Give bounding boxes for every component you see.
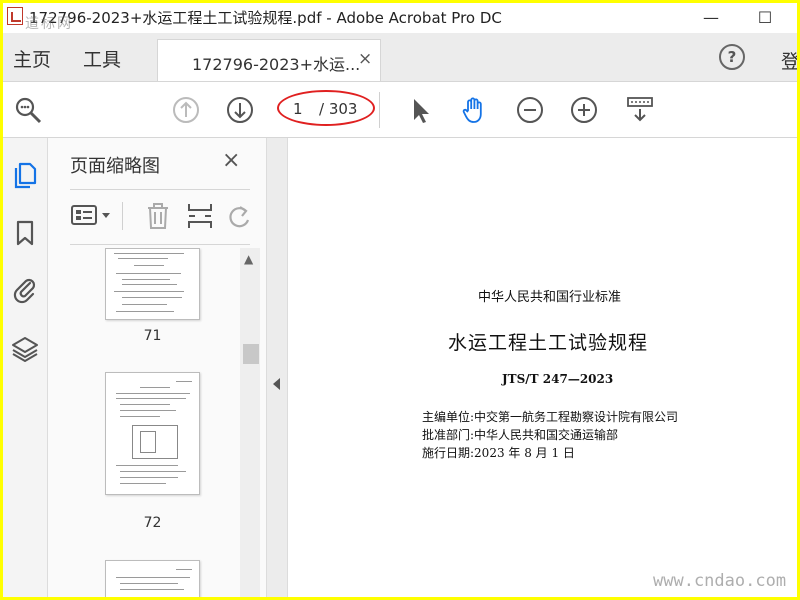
minimize-button[interactable]: — [691, 5, 731, 31]
toolbar: 1 / 303 [3, 82, 797, 138]
panel-divider [70, 189, 250, 190]
tab-document[interactable]: 172796-2023+水运... × [157, 39, 381, 81]
title-bar: 172796-2023+水运工程土工试验规程.pdf - Adobe Acrob… [3, 3, 797, 33]
select-cursor-icon[interactable] [405, 95, 435, 125]
close-panel-button[interactable]: × [222, 148, 240, 173]
thumbnail-panel: 页面缩略图 × 71 72 ▲ [48, 138, 266, 597]
highlight-circle [277, 90, 375, 126]
document-view[interactable]: 中华人民共和国行业标准 水运工程土工试验规程 JTS/T 247—2023 主编… [288, 138, 797, 597]
acrobat-app-icon [7, 7, 23, 25]
options-menu-icon[interactable] [70, 202, 114, 230]
approving-department: 批准部门:中华人民共和国交通运输部 [422, 428, 619, 442]
effective-date: 施行日期:2023 年 8 月 1 日 [422, 446, 575, 460]
panel-splitter[interactable] [266, 138, 288, 597]
rotate-icon[interactable] [228, 201, 252, 231]
document-title: 水运工程土工试验规程 [448, 332, 649, 354]
delete-icon[interactable] [144, 201, 172, 231]
standard-category: 中华人民共和国行业标准 [478, 290, 622, 305]
window-title: 172796-2023+水运工程土工试验规程.pdf - Adobe Acrob… [29, 9, 502, 27]
thumbnail-list[interactable]: 71 72 ▲ [48, 248, 266, 597]
thumbnail-page-label: 71 [143, 328, 162, 344]
attachment-icon[interactable] [11, 274, 39, 304]
page-thumbnail-71[interactable] [105, 248, 200, 320]
help-icon[interactable]: ? [719, 44, 745, 70]
tab-document-label: 172796-2023+水运... [192, 55, 361, 74]
panel-title: 页面缩略图 [70, 156, 160, 177]
scroll-up-arrow-icon[interactable]: ▲ [244, 252, 253, 266]
navigation-rail [3, 138, 48, 597]
page-thumbnail-72[interactable] [105, 372, 200, 495]
standard-code: JTS/T 247—2023 [502, 372, 614, 386]
tab-bar: 主页 工具 172796-2023+水运... × ? 登 [3, 33, 797, 82]
acrobat-window: 172796-2023+水运工程土工试验规程.pdf - Adobe Acrob… [3, 3, 797, 597]
scrollbar-thumb[interactable] [243, 344, 259, 364]
hand-icon[interactable] [459, 95, 489, 125]
editor-unit: 主编单位:中交第一航务工程勘察设计院有限公司 [422, 410, 679, 424]
panel-divider [70, 244, 250, 245]
page-thumbnail-73[interactable] [105, 560, 200, 597]
tab-tools[interactable]: 工具 [83, 45, 121, 72]
tools-divider [122, 202, 123, 230]
tab-home[interactable]: 主页 [13, 45, 51, 72]
zoom-out-icon[interactable] [515, 95, 545, 125]
page-down-icon[interactable] [225, 95, 255, 125]
bookmark-icon[interactable] [11, 218, 39, 248]
panel-toolbar [70, 198, 250, 234]
close-tab-button[interactable]: × [358, 49, 372, 69]
sign-in-link[interactable]: 登 [781, 47, 797, 74]
toolbar-divider [379, 92, 380, 128]
keyboard-icon[interactable] [625, 95, 655, 125]
insert-page-icon[interactable] [186, 201, 214, 231]
layers-icon[interactable] [11, 334, 39, 364]
page-thumbnails-icon[interactable] [11, 160, 39, 190]
zoom-in-icon[interactable] [569, 95, 599, 125]
thumbnail-page-label: 72 [143, 515, 162, 531]
page-up-icon[interactable] [171, 95, 201, 125]
watermark-logo: 道标网 [25, 16, 73, 32]
thumbnail-scrollbar[interactable]: ▲ [240, 248, 260, 597]
maximize-button[interactable]: ☐ [745, 5, 785, 31]
collapse-arrow-icon[interactable] [273, 378, 280, 390]
site-watermark: www.cndao.com [653, 571, 787, 591]
zoom-icon[interactable] [13, 95, 43, 125]
